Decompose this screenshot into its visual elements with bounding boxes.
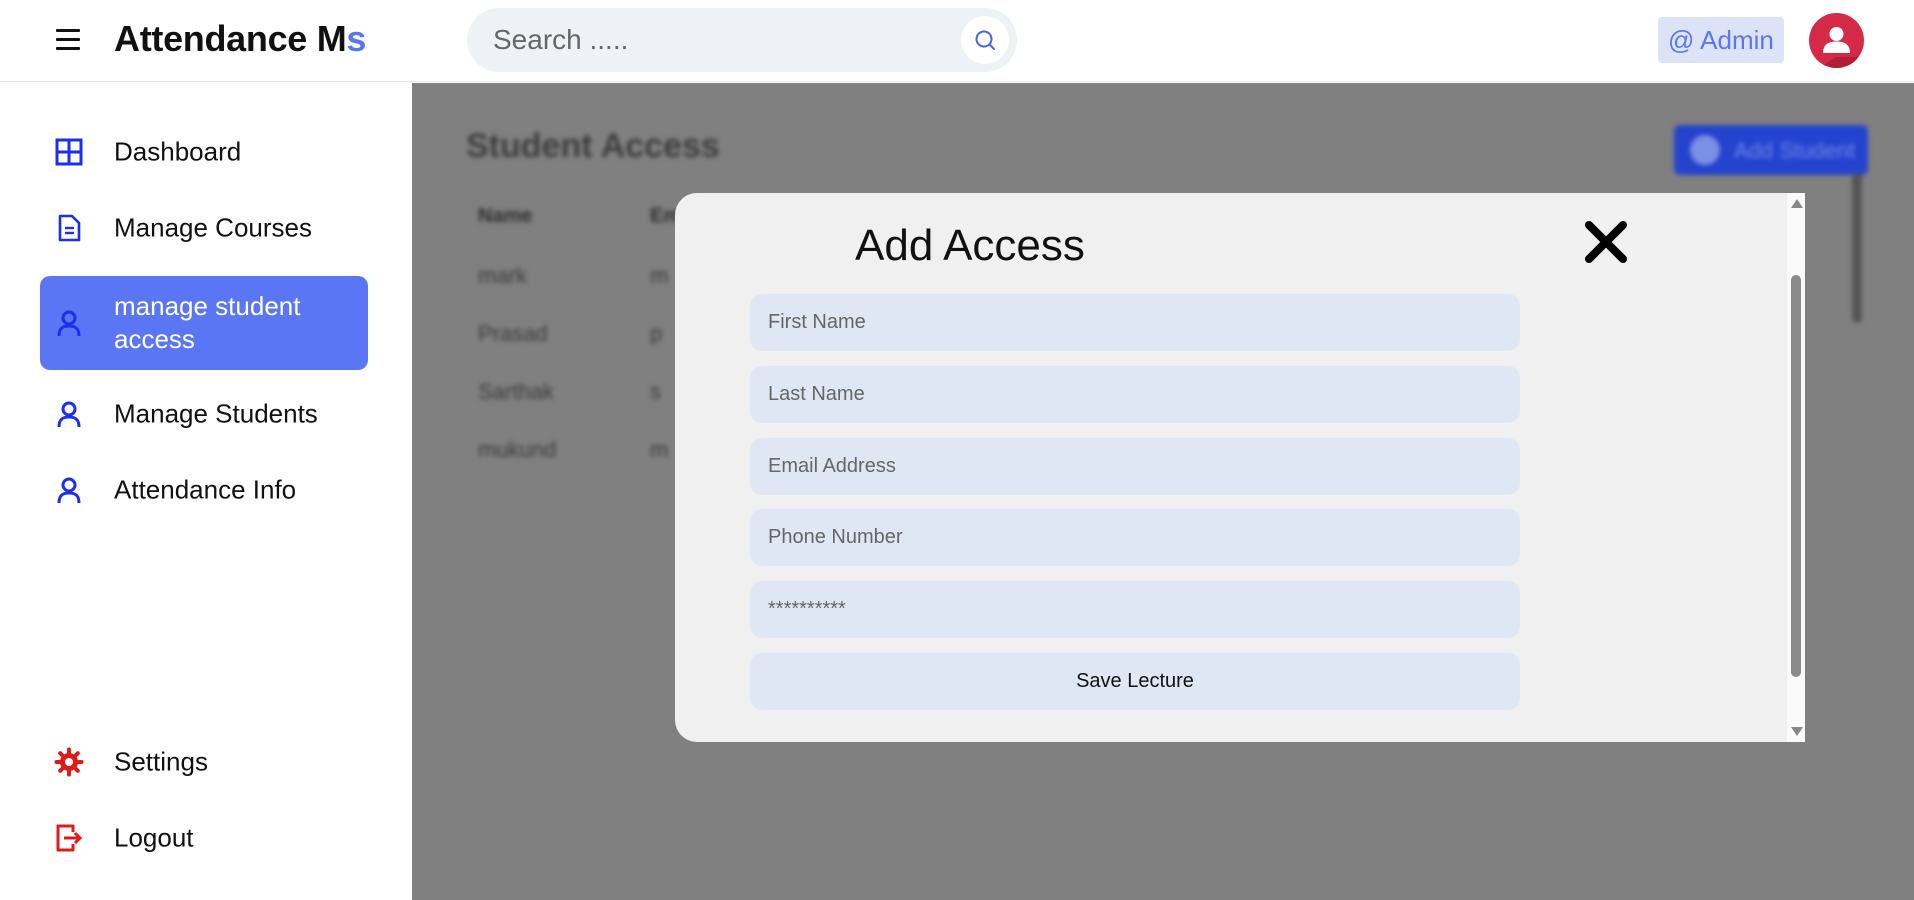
sidebar-item-label: Settings [114, 746, 208, 777]
background-scrollbar [1852, 173, 1862, 323]
scroll-up-arrow-icon[interactable] [1791, 199, 1803, 208]
table-row-email: m [650, 263, 669, 288]
admin-badge[interactable]: @ Admin [1658, 17, 1784, 63]
sidebar-item-label: Dashboard [114, 136, 242, 167]
sidebar-item-manage-courses[interactable]: Manage Courses [40, 197, 368, 259]
top-bar: Attendance Ms @ Admin [0, 0, 1914, 82]
plus-icon [1690, 135, 1720, 165]
close-button[interactable] [1583, 219, 1629, 265]
sidebar: Dashboard Manage Courses manage student … [0, 83, 412, 900]
sidebar-item-dashboard[interactable]: Dashboard [40, 121, 368, 183]
sidebar-item-label: Attendance Info [114, 474, 297, 505]
table-row-name: Prasad [478, 321, 548, 346]
search-bar [467, 8, 1017, 72]
document-icon [58, 214, 81, 242]
sidebar-item-label: Manage Students [114, 398, 318, 429]
sidebar-item-manage-student-access[interactable]: manage student access [40, 276, 368, 370]
table-row-name: Sarthak [478, 379, 554, 404]
search-icon [975, 30, 995, 50]
brand-main: Attendance M [114, 18, 347, 59]
save-lecture-button[interactable]: Save Lecture [750, 653, 1520, 710]
table-row-name: mark [478, 263, 527, 288]
table-row-email: p [650, 321, 663, 346]
sidebar-item-label: Logout [114, 822, 194, 853]
grid-icon [55, 138, 83, 166]
user-icon [57, 310, 81, 337]
user-avatar-icon [1819, 27, 1864, 68]
sidebar-item-logout[interactable]: Logout [40, 807, 368, 869]
logout-icon [56, 824, 83, 852]
first-name-field[interactable] [750, 294, 1520, 351]
close-icon [1585, 221, 1627, 263]
user-icon [57, 401, 81, 428]
sidebar-item-attendance-info[interactable]: Attendance Info [40, 459, 368, 521]
app-title: Attendance Ms [114, 18, 366, 60]
user-icon [57, 477, 81, 504]
password-field[interactable] [750, 581, 1520, 638]
column-header-name: Name [478, 205, 533, 227]
search-input[interactable] [493, 20, 933, 60]
last-name-field[interactable] [750, 366, 1520, 423]
sidebar-item-manage-students[interactable]: Manage Students [40, 383, 368, 445]
scroll-down-arrow-icon[interactable] [1791, 727, 1803, 736]
page-title: Student Access [466, 127, 720, 165]
gear-icon [54, 747, 84, 777]
table-row-email: s [650, 379, 661, 404]
scrollbar-thumb[interactable] [1791, 275, 1801, 677]
phone-field[interactable] [750, 509, 1520, 566]
email-field[interactable] [750, 438, 1520, 495]
table-row-email: m [650, 437, 669, 462]
modal-title: Add Access [855, 221, 1085, 270]
add-access-modal: Add Access Save Lecture [675, 193, 1805, 742]
hamburger-menu-icon[interactable] [54, 26, 82, 54]
avatar[interactable] [1809, 13, 1864, 68]
table-row-name: mukund [478, 437, 557, 462]
sidebar-item-label: Manage Courses [114, 212, 312, 243]
search-button[interactable] [961, 16, 1009, 64]
sidebar-item-settings[interactable]: Settings [40, 731, 368, 793]
modal-scrollbar[interactable] [1787, 193, 1805, 742]
sidebar-item-label: manage student access [114, 291, 301, 354]
add-student-button: Add Student [1674, 125, 1868, 175]
brand-accent: s [346, 18, 367, 59]
add-student-label: Add Student [1734, 138, 1856, 163]
